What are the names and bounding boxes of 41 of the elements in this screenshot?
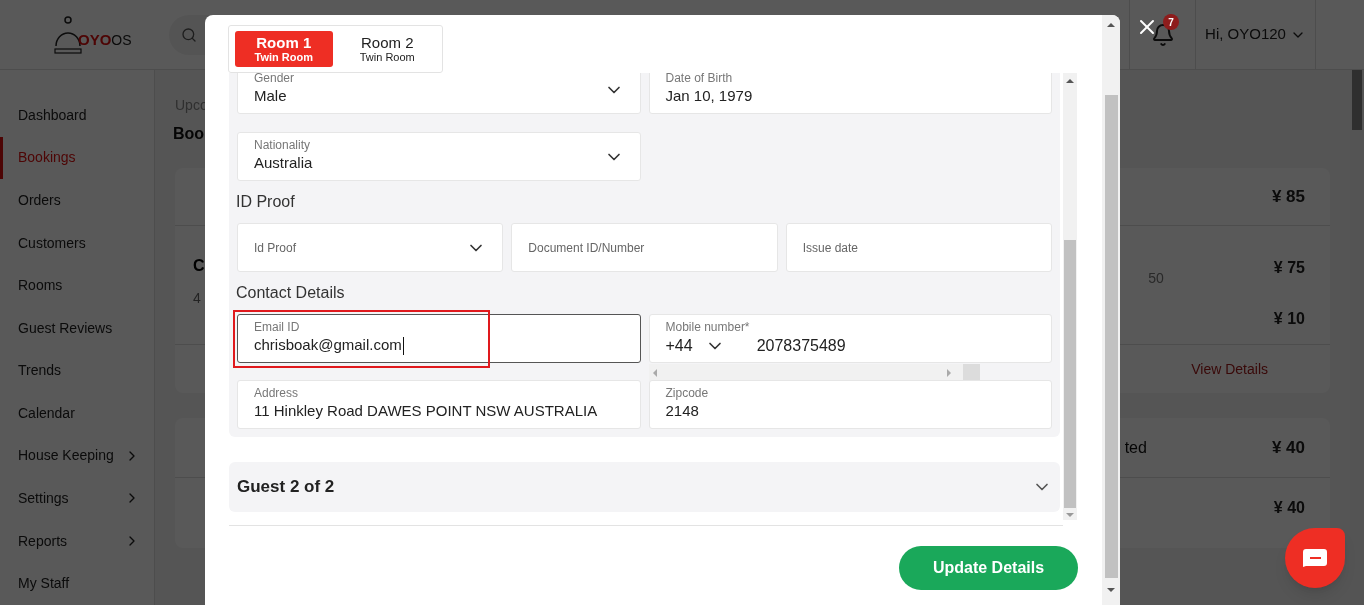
sidebar-item[interactable]: Customers [0,221,154,265]
sidebar-item[interactable]: Dashboard [0,94,154,137]
price-text: ¥ 40 [1273,498,1305,518]
sidebar-item[interactable]: House Keeping [0,434,154,478]
input-field[interactable]: Date of Birth Jan 10, 1979 [648,73,1052,114]
sidebar-item[interactable]: Calendar [0,392,154,435]
sidebar-item[interactable]: My Staff [0,562,154,605]
view-details-link[interactable]: View Details [1191,358,1268,380]
card-text: C [193,256,205,276]
sidebar-item[interactable]: Reports [0,519,154,563]
sidebar-item[interactable]: Trends [0,349,154,393]
price-text: ¥ 75 [1273,258,1305,278]
price-text: ¥ 10 [1273,309,1305,329]
page-scrollbar[interactable] [1350,70,1364,605]
phone-field[interactable]: Mobile number* +44 2078375489 [648,314,1052,363]
sidebar-item[interactable]: Orders [0,179,154,222]
dropdown-field[interactable]: Id Proof [237,223,504,272]
sidebar-item[interactable]: Rooms [0,264,154,307]
form-scrollbar[interactable] [1063,73,1077,520]
input-field[interactable]: Issue date [785,223,1052,272]
section-heading: Contact Details [236,283,346,303]
card-text: ted [1124,437,1147,458]
sidebar-item[interactable]: Guest Reviews [0,306,154,350]
input-field[interactable]: Document ID/Number [511,223,778,272]
input-field[interactable]: Address 11 Hinkley Road DAWES POINT NSW AUSTRALIA [237,380,641,429]
room-tab[interactable]: Room 1 Twin Room [235,31,333,67]
search-icon [180,26,197,43]
dropdown-field[interactable]: Gender Male [237,73,641,114]
sidebar-item[interactable]: Settings [0,477,154,520]
section-heading: ID Proof [236,192,296,212]
modal-scrollbar[interactable] [1102,15,1120,605]
user-menu[interactable]: Hi, OYO120 [1205,23,1306,46]
logo[interactable]: OYOOS [54,14,132,55]
input-field[interactable]: Zipcode 2148 [648,380,1052,429]
dropdown-field[interactable]: Nationality Australia [237,132,641,181]
guest-accordion[interactable]: Guest 2 of 2 [229,462,1060,512]
input-field[interactable]: Email ID chrisboak@gmail.com [237,314,641,363]
chat-icon [1302,548,1328,568]
price-text: ¥ 85 [1271,185,1305,208]
update-details-button[interactable]: Update Details [899,546,1078,590]
price-text: ¥ 40 [1271,436,1305,459]
